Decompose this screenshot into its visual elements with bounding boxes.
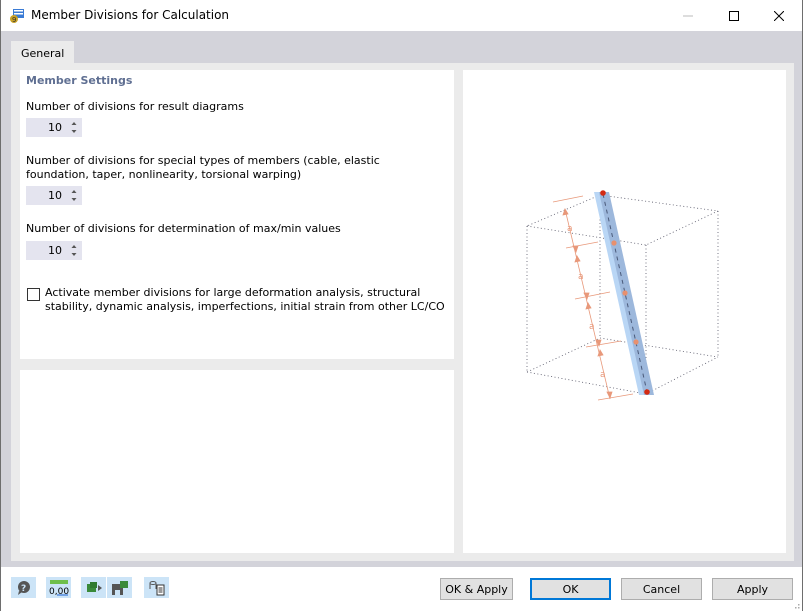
units-decimals-button[interactable]: 0,00 bbox=[46, 577, 71, 598]
close-button[interactable] bbox=[756, 0, 802, 31]
segment-label: a bbox=[600, 370, 606, 380]
close-icon bbox=[774, 10, 784, 21]
dialog-app-icon: 9 bbox=[9, 8, 25, 24]
spinner-arrows-icon[interactable] bbox=[70, 188, 78, 203]
member-division-diagram: a a a a bbox=[526, 190, 719, 401]
result-diagrams-label: Number of divisions for result diagrams bbox=[26, 100, 244, 113]
dialog-content: General Member Settings Number of divisi… bbox=[1, 31, 802, 567]
dialog-window: 9 Member Divisions for Calculation Gener… bbox=[0, 0, 803, 611]
spinner-value: 10 bbox=[48, 244, 62, 257]
spinner-value: 10 bbox=[48, 189, 62, 202]
ok-button[interactable]: OK bbox=[530, 578, 611, 600]
end-node bbox=[600, 190, 606, 196]
spinner-arrows-icon[interactable] bbox=[70, 120, 78, 135]
svg-text:9: 9 bbox=[12, 16, 16, 24]
member-settings-panel: Member Settings Number of divisions for … bbox=[20, 70, 454, 359]
division-node bbox=[633, 339, 639, 345]
window-title: Member Divisions for Calculation bbox=[31, 8, 230, 22]
resize-grip-icon[interactable] bbox=[792, 601, 800, 609]
apply-button[interactable]: Apply bbox=[712, 578, 793, 600]
special-members-spinner[interactable]: 10 bbox=[26, 186, 82, 205]
load-settings-button[interactable] bbox=[81, 577, 106, 598]
max-min-spinner[interactable]: 10 bbox=[26, 241, 82, 260]
maximize-icon bbox=[729, 10, 739, 21]
database-document-icon bbox=[149, 580, 164, 595]
segment-label: a bbox=[567, 224, 573, 234]
section-title: Member Settings bbox=[26, 74, 133, 87]
cancel-button[interactable]: Cancel bbox=[621, 578, 702, 600]
tab-label: General bbox=[21, 47, 65, 60]
empty-panel bbox=[20, 370, 454, 553]
database-document-button[interactable] bbox=[144, 577, 169, 598]
units-decimals-icon: 0,00 bbox=[49, 579, 69, 597]
segment-label: a bbox=[578, 272, 584, 282]
help-button[interactable]: ? bbox=[11, 577, 36, 598]
division-node bbox=[611, 240, 617, 246]
minimize-button[interactable] bbox=[665, 0, 711, 31]
special-members-label: Number of divisions for special types of… bbox=[26, 154, 380, 181]
tab-page-general: Member Settings Number of divisions for … bbox=[11, 63, 794, 561]
ok-apply-button[interactable]: OK & Apply bbox=[440, 578, 513, 600]
save-settings-icon bbox=[111, 580, 128, 595]
end-node bbox=[644, 389, 650, 395]
minimize-icon bbox=[683, 15, 693, 16]
max-min-label: Number of divisions for determination of… bbox=[26, 222, 341, 235]
svg-text:?: ? bbox=[21, 584, 26, 594]
activate-divisions-checkbox[interactable] bbox=[27, 288, 40, 301]
dialog-footer: ? 0,00 OK & Apply OK Cancel Apply bbox=[1, 567, 802, 611]
tab-general[interactable]: General bbox=[11, 41, 74, 63]
diagram-panel: a a a a bbox=[463, 70, 786, 553]
maximize-button[interactable] bbox=[711, 0, 757, 31]
result-diagrams-spinner[interactable]: 10 bbox=[26, 118, 82, 137]
title-bar: 9 Member Divisions for Calculation bbox=[1, 0, 802, 31]
load-settings-icon bbox=[86, 581, 102, 592]
spinner-value: 10 bbox=[48, 121, 62, 134]
spinner-arrows-icon[interactable] bbox=[70, 243, 78, 258]
save-settings-button[interactable] bbox=[107, 577, 132, 598]
help-icon: ? bbox=[17, 580, 30, 595]
activate-divisions-label[interactable]: Activate member divisions for large defo… bbox=[45, 286, 450, 314]
segment-label: a bbox=[589, 322, 595, 332]
division-node bbox=[622, 290, 628, 296]
